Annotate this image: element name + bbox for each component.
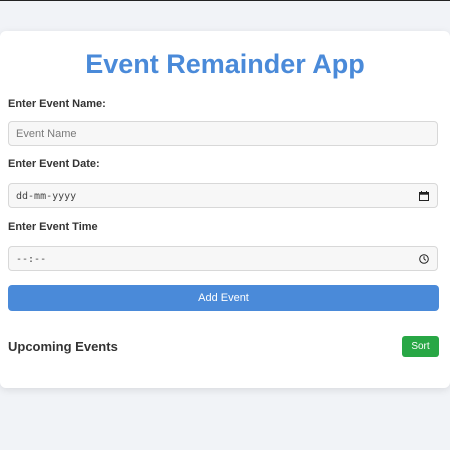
page-title: Event Remainder App xyxy=(85,49,365,79)
event-time-input[interactable]: --:-- xyxy=(8,246,438,271)
top-border-line xyxy=(0,0,450,1)
event-date-label: Enter Event Date: xyxy=(8,158,100,170)
event-time-label: Enter Event Time xyxy=(8,221,98,233)
event-time-placeholder: --:-- xyxy=(16,254,47,265)
event-date-placeholder: dd-mm-yyyy xyxy=(16,191,77,202)
clock-icon[interactable] xyxy=(419,254,429,264)
calendar-icon[interactable] xyxy=(419,191,429,201)
event-name-label: Enter Event Name: xyxy=(8,98,106,110)
upcoming-events-heading: Upcoming Events xyxy=(8,339,118,354)
app-card xyxy=(0,31,450,388)
event-name-input[interactable]: Event Name xyxy=(8,121,438,146)
add-event-button[interactable]: Add Event xyxy=(8,285,439,311)
event-date-input[interactable]: dd-mm-yyyy xyxy=(8,183,438,208)
sort-button[interactable]: Sort xyxy=(402,336,439,357)
event-name-placeholder: Event Name xyxy=(16,128,77,140)
